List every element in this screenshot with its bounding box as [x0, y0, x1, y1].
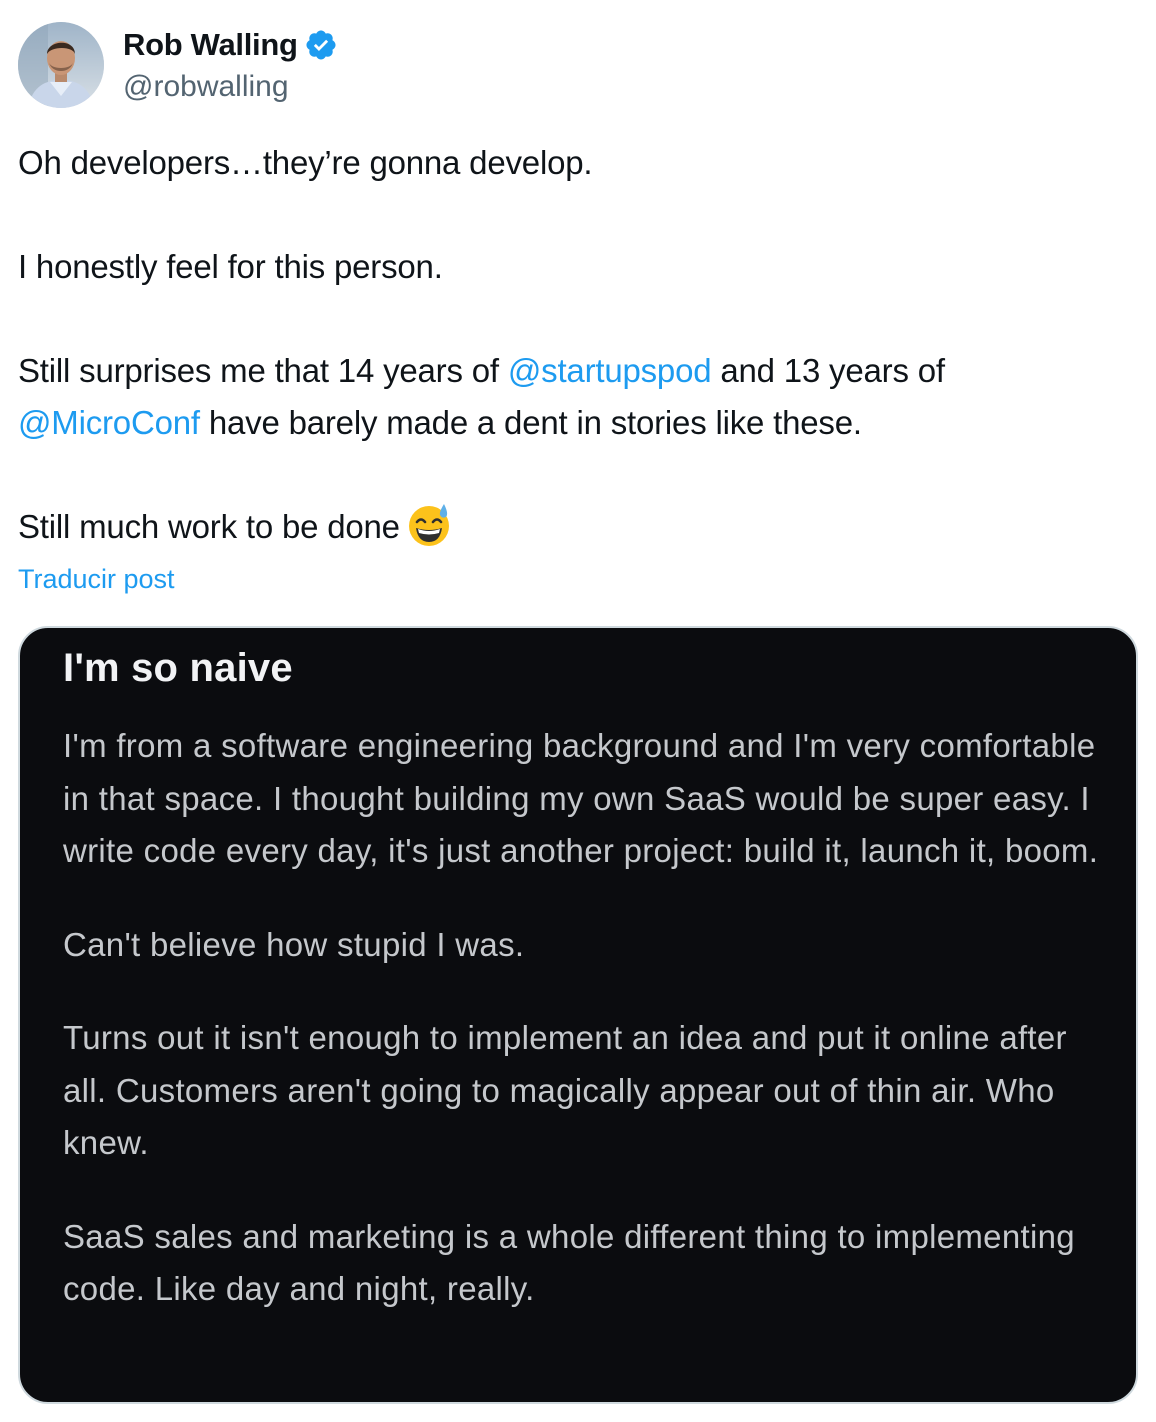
- embedded-post-paragraph: Turns out it isn't enough to implement a…: [63, 1019, 1067, 1161]
- tweet-text-segment: have barely made a dent in stories like …: [199, 404, 862, 441]
- avatar-photo: [18, 22, 104, 108]
- embedded-post-body: I'm from a software engineering backgrou…: [63, 720, 1103, 1357]
- verified-badge-icon[interactable]: [304, 28, 338, 62]
- author-handle[interactable]: @robwalling: [123, 70, 338, 104]
- embedded-post-paragraph: Can't believe how stupid I was.: [63, 925, 525, 963]
- tweet-header: Rob Walling @robwalling: [18, 22, 338, 112]
- tweet-line: Oh developers…they’re gonna develop.: [18, 144, 593, 181]
- display-name[interactable]: Rob Walling: [123, 27, 298, 63]
- name-row: Rob Walling: [123, 27, 338, 63]
- author-names: Rob Walling @robwalling: [123, 27, 338, 104]
- tweet-text-segment: and 13 years of: [711, 352, 945, 389]
- translate-post-link[interactable]: Traducir post: [18, 564, 175, 595]
- embedded-post-title: I'm so naive: [63, 646, 293, 690]
- embedded-post-paragraph: SaaS sales and marketing is a whole diff…: [63, 1217, 1075, 1308]
- embedded-post-paragraph: I'm from a software engineering backgrou…: [63, 727, 1099, 869]
- embedded-post-image[interactable]: I'm so naive I'm from a software enginee…: [18, 626, 1138, 1404]
- tweet-line: Still surprises me that 14 years of @sta…: [18, 345, 1138, 397]
- mention-microconf-link[interactable]: @MicroConf: [18, 404, 200, 441]
- tweet-text-segment: Still surprises me that 14 years of: [18, 352, 508, 389]
- mention-startupspod-link[interactable]: @startupspod: [508, 352, 712, 389]
- tweet-text: Oh developers…they’re gonna develop. I h…: [18, 137, 1138, 553]
- avatar[interactable]: [18, 22, 104, 108]
- grinning-face-with-sweat-icon: [406, 502, 452, 548]
- tweet-line: Still much work to be done: [18, 501, 1138, 553]
- tweet-line: @MicroConf have barely made a dent in st…: [18, 397, 1138, 449]
- tweet-line: I honestly feel for this person.: [18, 248, 443, 285]
- tweet-text-segment: Still much work to be done: [18, 508, 400, 545]
